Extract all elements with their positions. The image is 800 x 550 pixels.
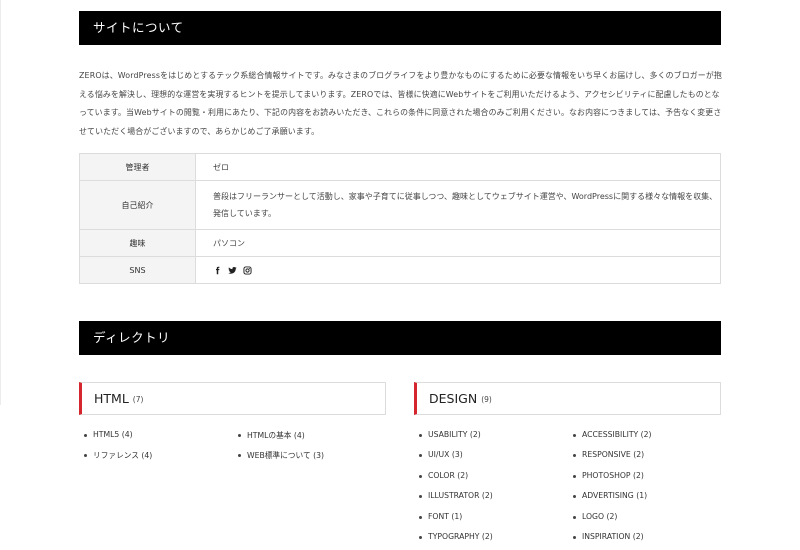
table-row: SNS [79, 256, 721, 284]
list-item[interactable]: HTML5 (4) [84, 430, 133, 439]
twitter-icon[interactable] [228, 266, 237, 275]
list-item[interactable]: USABILITY (2) [419, 430, 481, 439]
table-row: 管理者 ゼロ [79, 153, 721, 181]
facebook-icon[interactable] [213, 266, 222, 275]
list-item[interactable]: INSPIRATION (2) [573, 532, 644, 541]
instagram-icon[interactable] [243, 265, 252, 275]
list-item[interactable]: FONT (1) [418, 512, 462, 521]
about-heading: サイトについて [79, 11, 721, 45]
list-item[interactable]: LOGO (2) [572, 512, 617, 521]
category-title: HTML [94, 391, 129, 406]
list-item[interactable]: ADVERTISING (1) [572, 491, 647, 500]
profile-label: SNS [79, 256, 196, 284]
list-item[interactable]: リファレンス (4) [83, 450, 152, 461]
sns-links [213, 265, 719, 275]
directory-heading: ディレクトリ [79, 321, 721, 355]
list-item[interactable]: TYPOGRAPHY (2) [419, 532, 493, 541]
profile-label: 趣味 [79, 229, 196, 257]
list-item[interactable]: WEB標準について (3) [238, 450, 324, 461]
list-item[interactable]: UI/UX (3) [419, 450, 463, 459]
profile-value: ゼロ [195, 153, 721, 181]
table-row: 自己紹介 普段はフリーランサーとして活動し、家事や子育てに従事しつつ、趣味として… [79, 180, 721, 230]
left-rule [0, 0, 1, 405]
table-row: 趣味 パソコン [79, 229, 721, 257]
sns-cell [195, 256, 721, 284]
category-count: (7) [132, 395, 144, 404]
list-item[interactable]: HTMLの基本 (4) [238, 430, 305, 441]
profile-table: 管理者 ゼロ 自己紹介 普段はフリーランサーとして活動し、家事や子育てに従事しつ… [79, 153, 721, 284]
profile-label: 自己紹介 [79, 180, 196, 230]
category-html-heading[interactable]: HTML (7) [79, 382, 386, 415]
list-item[interactable]: ILLUSTRATOR (2) [419, 491, 493, 500]
profile-value: パソコン [195, 229, 721, 257]
profile-value: 普段はフリーランサーとして活動し、家事や子育てに従事しつつ、趣味としてウェブサイ… [195, 180, 721, 230]
page: サイトについて ZEROは、WordPressをはじめとするテック系総合情報サイ… [0, 0, 800, 550]
category-design-heading[interactable]: DESIGN (9) [414, 382, 721, 415]
category-count: (9) [481, 395, 492, 404]
list-item[interactable]: COLOR (2) [418, 471, 468, 480]
profile-label: 管理者 [79, 153, 196, 181]
list-item[interactable]: PHOTOSHOP (2) [573, 471, 644, 480]
category-title: DESIGN [429, 391, 478, 406]
list-item[interactable]: RESPONSIVE (2) [572, 450, 644, 459]
list-item[interactable]: ACCESSIBILITY (2) [573, 430, 652, 439]
about-intro: ZEROは、WordPressをはじめとするテック系総合情報サイトです。みなさま… [79, 71, 722, 136]
